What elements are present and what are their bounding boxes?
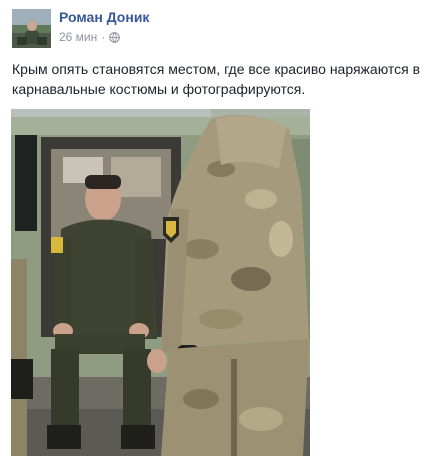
post-meta: 26 мин · <box>59 30 121 44</box>
author-name-link[interactable]: Роман Доник <box>59 9 149 25</box>
post-text-line-2: карнавальные костюмы и фотографируются. <box>12 81 306 97</box>
avatar-image <box>12 9 51 48</box>
meta-separator: · <box>101 30 106 44</box>
photo-image <box>11 109 310 456</box>
post-text: Крым опять становятся местом, где все кр… <box>12 59 430 99</box>
globe-icon[interactable] <box>109 31 121 43</box>
author-avatar[interactable] <box>12 9 51 48</box>
post-photo[interactable] <box>11 109 310 456</box>
facebook-post: Роман Доник 26 мин · Крым опять становят… <box>0 0 435 461</box>
post-timestamp-link[interactable]: 26 мин <box>59 30 97 44</box>
post-text-line-1: Крым опять становятся местом, где все кр… <box>12 61 421 77</box>
